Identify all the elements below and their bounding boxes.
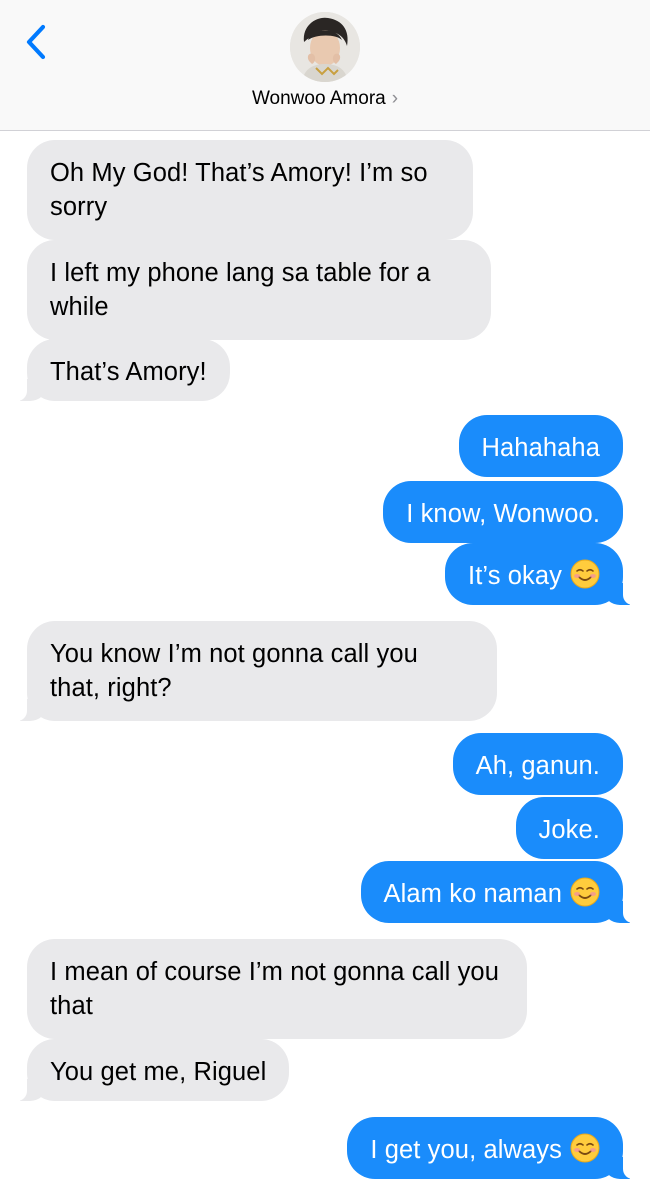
smiling-face-emoji bbox=[570, 559, 600, 589]
message-outgoing: Hahahaha bbox=[458, 415, 623, 477]
message-incoming: You get me, Riguel bbox=[0, 1039, 290, 1101]
message-outgoing: It’s okay bbox=[445, 543, 649, 605]
message-text: Oh My God! That’s Amory! I’m so sorry bbox=[50, 159, 428, 221]
message-outgoing: I get you, always bbox=[347, 1117, 649, 1179]
message-bubble[interactable]: I know, Wonwoo. bbox=[383, 481, 623, 543]
message-text: That’s Amory! bbox=[50, 358, 207, 386]
message-bubble[interactable]: I mean of course I’m not gonna call you … bbox=[27, 939, 527, 1039]
message-incoming: I left my phone lang sa table for a whil… bbox=[27, 240, 491, 340]
message-incoming: Oh My God! That’s Amory! I’m so sorry bbox=[27, 140, 473, 240]
message-bubble[interactable]: You get me, Riguel bbox=[0, 1039, 290, 1101]
message-text: Ah, ganun. bbox=[475, 752, 600, 780]
message-outgoing: I know, Wonwoo. bbox=[383, 481, 623, 543]
message-outgoing: Joke. bbox=[515, 797, 623, 859]
message-bubble[interactable]: I left my phone lang sa table for a whil… bbox=[27, 240, 491, 340]
message-bubble[interactable]: I get you, always bbox=[347, 1117, 649, 1179]
message-thread: Oh My God! That’s Amory! I’m so sorry I … bbox=[0, 0, 650, 1200]
message-bubble[interactable]: Oh My God! That’s Amory! I’m so sorry bbox=[27, 140, 473, 240]
message-outgoing: Alam ko naman bbox=[360, 861, 650, 923]
message-outgoing: Ah, ganun. bbox=[452, 733, 623, 795]
message-bubble[interactable]: Joke. bbox=[515, 797, 623, 859]
smiling-face-emoji bbox=[570, 1133, 600, 1163]
message-text: Hahahaha bbox=[481, 434, 600, 462]
message-bubble[interactable]: Ah, ganun. bbox=[452, 733, 623, 795]
message-text: You know I’m not gonna call you that, ri… bbox=[50, 640, 418, 702]
message-text: I know, Wonwoo. bbox=[406, 500, 600, 528]
message-bubble[interactable]: You know I’m not gonna call you that, ri… bbox=[1, 621, 497, 721]
message-text: It’s okay bbox=[468, 562, 562, 590]
message-text: You get me, Riguel bbox=[50, 1058, 267, 1086]
smiling-face-emoji bbox=[570, 877, 600, 907]
message-incoming: I mean of course I’m not gonna call you … bbox=[27, 939, 527, 1039]
message-text: I mean of course I’m not gonna call you … bbox=[50, 958, 499, 1020]
message-bubble[interactable]: Hahahaha bbox=[458, 415, 623, 477]
message-text: Joke. bbox=[538, 816, 600, 844]
message-bubble[interactable]: It’s okay bbox=[445, 543, 649, 605]
message-bubble[interactable]: That’s Amory! bbox=[1, 339, 230, 401]
message-text: Alam ko naman bbox=[383, 880, 562, 908]
message-bubble[interactable]: Alam ko naman bbox=[360, 861, 650, 923]
message-text: I get you, always bbox=[370, 1136, 562, 1164]
message-text: I left my phone lang sa table for a whil… bbox=[50, 259, 431, 321]
message-incoming: You know I’m not gonna call you that, ri… bbox=[1, 621, 497, 721]
message-incoming: That’s Amory! bbox=[1, 339, 230, 401]
